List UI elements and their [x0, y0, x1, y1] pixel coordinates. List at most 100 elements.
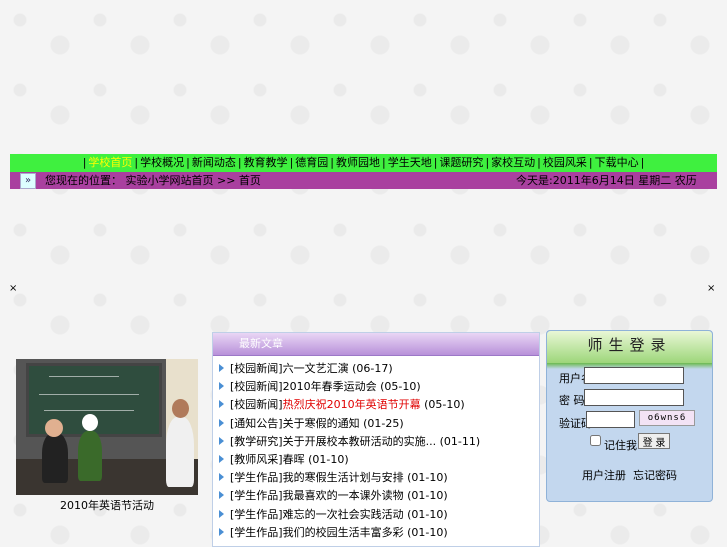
article-item[interactable]: [校园新闻]2010年春季运动会 (05-10): [219, 378, 539, 396]
breadcrumb-bar: » 您现在的位置： 实验小学网站首页 >> 首页 今天是:2011年6月14日 …: [10, 172, 717, 189]
article-item[interactable]: [校园新闻]六一文艺汇演 (06-17): [219, 360, 539, 378]
article-title[interactable]: 我们的校园生活丰富多彩: [283, 526, 404, 539]
featured-photo[interactable]: [16, 359, 198, 495]
article-category[interactable]: [学生作品]: [230, 471, 283, 484]
article-date: (01-11): [439, 434, 481, 448]
article-category[interactable]: [通知公告]: [230, 417, 283, 430]
nav-separator: |: [485, 156, 490, 169]
article-date: (01-10): [407, 507, 448, 521]
nav-separator: |: [382, 156, 386, 169]
nav-separator: |: [186, 156, 190, 169]
nav-item[interactable]: 学校首页: [88, 156, 132, 169]
triangle-bullet-icon: [219, 400, 224, 409]
main-nav: | 学校首页 | 学校概况 | 新闻动态 | 教育教学 | 德育园 | 教师园地 | 学生天地 | 课题研究 |…: [10, 154, 717, 172]
triangle-bullet-icon: [219, 527, 224, 536]
nav-item[interactable]: 校园风采: [543, 156, 587, 169]
triangle-bullet-icon: [219, 364, 224, 372]
article-date: (05-10): [424, 398, 465, 412]
nav-item[interactable]: 教育教学: [244, 156, 288, 169]
nav-separator: |: [134, 156, 139, 169]
photo-child: [78, 431, 102, 481]
article-date: (06-17): [352, 362, 393, 375]
nav-item[interactable]: 新闻动态: [192, 156, 236, 169]
captcha-input[interactable]: [586, 411, 635, 428]
nav-item[interactable]: 教师园地: [336, 156, 380, 169]
remember-label: 记住我: [604, 439, 637, 452]
triangle-bullet-icon: [219, 436, 224, 445]
article-title[interactable]: 2010年春季运动会: [283, 380, 377, 393]
nav-separator: |: [433, 156, 438, 169]
article-title[interactable]: 难忘的一次社会实践活动: [283, 508, 404, 521]
captcha-image[interactable]: o6wns6: [639, 410, 695, 426]
nav-item[interactable]: 德育园: [295, 156, 328, 169]
article-category[interactable]: [校园新闻]: [230, 380, 283, 393]
nav-item[interactable]: 学校概况: [140, 156, 184, 169]
login-panel: 师生登录 用户名： 密 码： 验证码： o6wns6 记住我 登 录 用户注册 …: [546, 330, 713, 502]
forgot-password-link[interactable]: 忘记密码: [633, 469, 677, 482]
close-icon[interactable]: ×: [9, 284, 17, 294]
article-title[interactable]: 关于寒假的通知: [283, 417, 360, 430]
article-list: [校园新闻]六一文艺汇演 (06-17) [校园新闻]2010年春季运动会 (05…: [213, 356, 539, 542]
close-icon[interactable]: ×: [707, 284, 715, 294]
nav-item[interactable]: 下载中心: [595, 156, 639, 169]
latest-articles-panel: 最新文章 [校园新闻]六一文艺汇演 (06-17) [校园新闻]2010年春季运动…: [212, 332, 540, 547]
article-category[interactable]: [学生作品]: [230, 489, 283, 502]
photo-child-head: [45, 419, 63, 437]
breadcrumb: 您现在的位置： 实验小学网站首页 >> 首页: [45, 174, 261, 187]
article-category[interactable]: [校园新闻]: [230, 362, 283, 375]
login-button[interactable]: 登 录: [638, 433, 670, 449]
article-date: (05-10): [380, 380, 421, 394]
nav-separator: |: [289, 156, 294, 169]
article-category[interactable]: [学生作品]: [230, 508, 283, 521]
nav-separator: |: [237, 156, 242, 169]
triangle-bullet-icon: [219, 382, 224, 391]
article-category[interactable]: [教学研究]: [230, 435, 283, 448]
nav-item[interactable]: 家校互动: [491, 156, 535, 169]
article-title[interactable]: 关于开展校本教研活动的实施...: [283, 435, 437, 448]
photo-caption[interactable]: 2010年英语节活动: [16, 497, 198, 513]
triangle-bullet-icon: [219, 418, 224, 427]
article-item[interactable]: [学生作品]难忘的一次社会实践活动 (01-10): [219, 506, 539, 524]
article-date: (01-10): [407, 489, 448, 503]
article-item[interactable]: [学生作品]我们的校园生活丰富多彩 (01-10): [219, 524, 539, 542]
photo-teacher: [166, 417, 194, 487]
article-category[interactable]: [学生作品]: [230, 526, 283, 539]
triangle-bullet-icon: [219, 473, 224, 482]
remember-checkbox[interactable]: [590, 435, 601, 446]
nav-item[interactable]: 课题研究: [439, 156, 483, 169]
article-title[interactable]: 六一文艺汇演: [283, 362, 349, 375]
password-input[interactable]: [584, 389, 684, 406]
triangle-bullet-icon: [219, 491, 224, 500]
nav-separator: |: [330, 156, 334, 169]
nav-separator: |: [82, 156, 87, 169]
photo-child: [42, 433, 68, 483]
photo-teacher-head: [172, 399, 189, 418]
article-title[interactable]: 我最喜欢的一本课外读物: [283, 489, 404, 502]
article-date: (01-10): [407, 471, 448, 485]
nav-separator: |: [588, 156, 593, 169]
article-date: (01-25): [363, 416, 404, 430]
article-item[interactable]: [通知公告]关于寒假的通知 (01-25): [219, 415, 539, 433]
article-title[interactable]: 热烈庆祝2010年英语节开幕: [283, 398, 421, 411]
current-date: 今天是:2011年6月14日 星期二 农历: [516, 174, 697, 187]
nav-separator: |: [640, 156, 645, 169]
article-category[interactable]: [教师风采]: [230, 453, 283, 466]
article-item[interactable]: [教师风采]春晖 (01-10): [219, 451, 539, 469]
nav-item[interactable]: 学生天地: [388, 156, 432, 169]
login-links: 用户注册 忘记密码: [547, 467, 712, 483]
double-chevron-right-icon: »: [20, 173, 36, 189]
panel-title: 最新文章: [213, 333, 539, 356]
username-input[interactable]: [584, 367, 684, 384]
article-title[interactable]: 春晖: [283, 453, 305, 466]
article-item[interactable]: [学生作品]我的寒假生活计划与安排 (01-10): [219, 469, 539, 487]
article-item[interactable]: [校园新闻]热烈庆祝2010年英语节开幕 (05-10): [219, 396, 539, 414]
article-date: (01-10): [308, 452, 349, 466]
article-title[interactable]: 我的寒假生活计划与安排: [283, 471, 404, 484]
login-title: 师生登录: [547, 331, 712, 369]
article-item[interactable]: [教学研究]关于开展校本教研活动的实施... (01-11): [219, 433, 539, 451]
triangle-bullet-icon: [219, 454, 224, 463]
nav-separator: |: [537, 156, 541, 169]
register-link[interactable]: 用户注册: [582, 469, 626, 482]
article-category[interactable]: [校园新闻]: [230, 398, 283, 411]
article-item[interactable]: [学生作品]我最喜欢的一本课外读物 (01-10): [219, 487, 539, 505]
